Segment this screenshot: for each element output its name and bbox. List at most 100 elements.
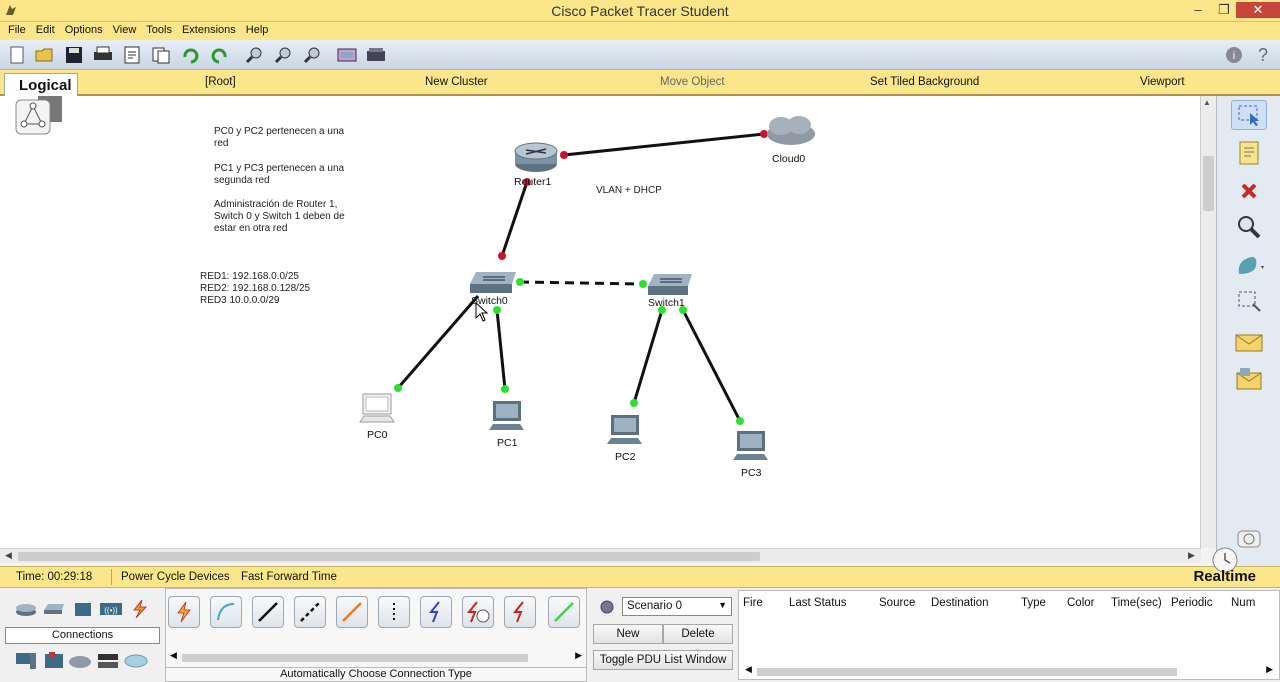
router-icon [514,142,558,172]
cloud-icon [767,116,815,145]
main-toolbar: i ? [0,40,1280,70]
menu-options[interactable]: Options [63,22,111,40]
note-tool-icon[interactable] [1231,138,1267,168]
palette-icon[interactable] [336,45,358,65]
help-icon[interactable]: ? [1252,45,1274,65]
switches-category-icon[interactable] [42,600,66,618]
pc0-label[interactable]: PC0 [367,429,387,441]
undo-icon[interactable] [180,45,202,65]
wireless-category-icon[interactable]: ((•)) [98,600,124,618]
delete-scenario-button[interactable]: Delete [663,624,733,644]
topology-canvas [359,116,815,460]
redo-icon[interactable] [208,45,230,65]
tiled-background-button[interactable]: Set Tiled Background [870,76,979,88]
multiuser-category-icon[interactable] [124,652,148,670]
column-header: Fire [743,597,763,609]
scroll-left-icon[interactable]: ◀ [5,550,12,561]
minimize-button[interactable]: – [1185,2,1211,18]
new-cluster-button[interactable]: New Cluster [425,76,488,88]
pdu-scrollbar[interactable]: ◀ ▶ [743,664,1275,678]
pc-icon [607,415,642,444]
inspect-tool-icon[interactable] [1231,212,1267,242]
restore-button[interactable]: ❐ [1211,2,1237,18]
open-folder-icon[interactable] [34,45,56,65]
menu-extensions[interactable]: Extensions [180,22,244,40]
router-label[interactable]: Router1 [514,176,551,188]
viewport-button[interactable]: Viewport [1140,76,1185,88]
logical-workspace[interactable]: PC0 y PC2 pertenecen a una red PC1 y PC3… [0,96,1201,548]
vertical-scrollbar[interactable]: ▲ [1201,96,1216,548]
pc2-label[interactable]: PC2 [615,451,635,463]
octal-cable-icon[interactable] [548,596,580,628]
add-simple-pdu-icon[interactable] [1231,328,1267,358]
root-button[interactable]: [Root] [205,76,236,88]
scroll-right-icon[interactable]: ▶ [1188,550,1195,561]
menu-edit[interactable]: Edit [34,22,63,40]
power-cycle-button[interactable]: Power Cycle Devices [121,571,230,583]
info-icon[interactable]: i [1223,45,1245,65]
coaxial-cable-icon[interactable] [420,596,452,628]
delete-tool-icon[interactable] [1231,176,1267,206]
connections-category-icon[interactable] [128,598,152,620]
phone-cable-icon[interactable] [378,596,410,628]
switch1-label[interactable]: Switch1 [648,297,685,309]
draw-shape-tool-icon[interactable] [1231,250,1267,280]
chevron-down-icon: ▼ [718,600,727,610]
zoom-reset-icon[interactable] [273,45,295,65]
move-object-button[interactable]: Move Object [660,76,725,88]
link-light-red [760,130,768,138]
fiber-cable-icon[interactable] [336,596,368,628]
console-cable-icon[interactable] [210,596,242,628]
zoom-out-icon[interactable] [302,45,324,65]
scenario-select[interactable]: Scenario 0 ▼ [622,597,732,616]
pc1-label[interactable]: PC1 [497,437,517,449]
menu-view[interactable]: View [111,22,145,40]
resize-tool-icon[interactable] [1231,286,1267,316]
svg-text:?: ? [1258,45,1268,65]
category-label: Connections [5,627,160,644]
custom-device-icon[interactable] [365,45,387,65]
connection-scrollbar[interactable]: ◀ ▶ [168,650,584,664]
serial-dte-cable-icon[interactable] [504,596,536,628]
pc3-label[interactable]: PC3 [741,467,761,479]
title-bar: Cisco Packet Tracer Student – ❐ ✕ [0,0,1280,22]
menu-file[interactable]: File [6,22,34,40]
toggle-pdu-list-button[interactable]: Toggle PDU List Window [593,650,733,670]
security-category-icon[interactable] [42,650,66,672]
new-scenario-button[interactable]: New [593,624,663,644]
save-icon[interactable] [63,45,85,65]
hubs-category-icon[interactable] [72,600,94,618]
column-header: Destination [931,597,989,609]
auto-connection-icon[interactable] [168,596,200,628]
wan-emulation-category-icon[interactable] [68,652,92,670]
add-complex-pdu-icon[interactable] [1231,364,1267,394]
horizontal-scrollbar[interactable]: ◀ ▶ [0,548,1201,563]
new-file-icon[interactable] [6,45,28,65]
logical-tab[interactable]: Logical [4,73,78,97]
activity-wizard-icon[interactable] [121,45,143,65]
pc-icon [733,431,768,460]
cloud-label[interactable]: Cloud0 [772,153,805,165]
end-devices-category-icon[interactable] [14,650,38,672]
serial-dce-cable-icon[interactable] [462,596,494,628]
right-tool-panel [1216,96,1280,566]
fast-forward-button[interactable]: Fast Forward Time [241,571,337,583]
scroll-up-icon[interactable]: ▲ [1203,98,1211,107]
copy-icon[interactable] [150,45,172,65]
routers-category-icon[interactable] [14,600,38,618]
vertical-scroll-thumb[interactable] [1203,156,1214,211]
scenario-value: Scenario 0 [627,600,682,612]
close-button[interactable]: ✕ [1236,2,1280,18]
menu-tools[interactable]: Tools [144,22,180,40]
crossover-cable-icon[interactable] [294,596,326,628]
print-icon[interactable] [92,45,114,65]
switch0-label[interactable]: Switch0 [471,295,508,307]
realtime-mode-tab[interactable]: Realtime [1193,568,1256,585]
link-light-green [501,385,509,393]
menu-help[interactable]: Help [244,22,277,40]
straight-through-cable-icon[interactable] [252,596,284,628]
horizontal-scroll-thumb[interactable] [18,552,760,561]
select-tool-icon[interactable] [1231,100,1267,130]
zoom-in-icon[interactable] [244,45,266,65]
custom-devices-category-icon[interactable] [96,650,120,672]
